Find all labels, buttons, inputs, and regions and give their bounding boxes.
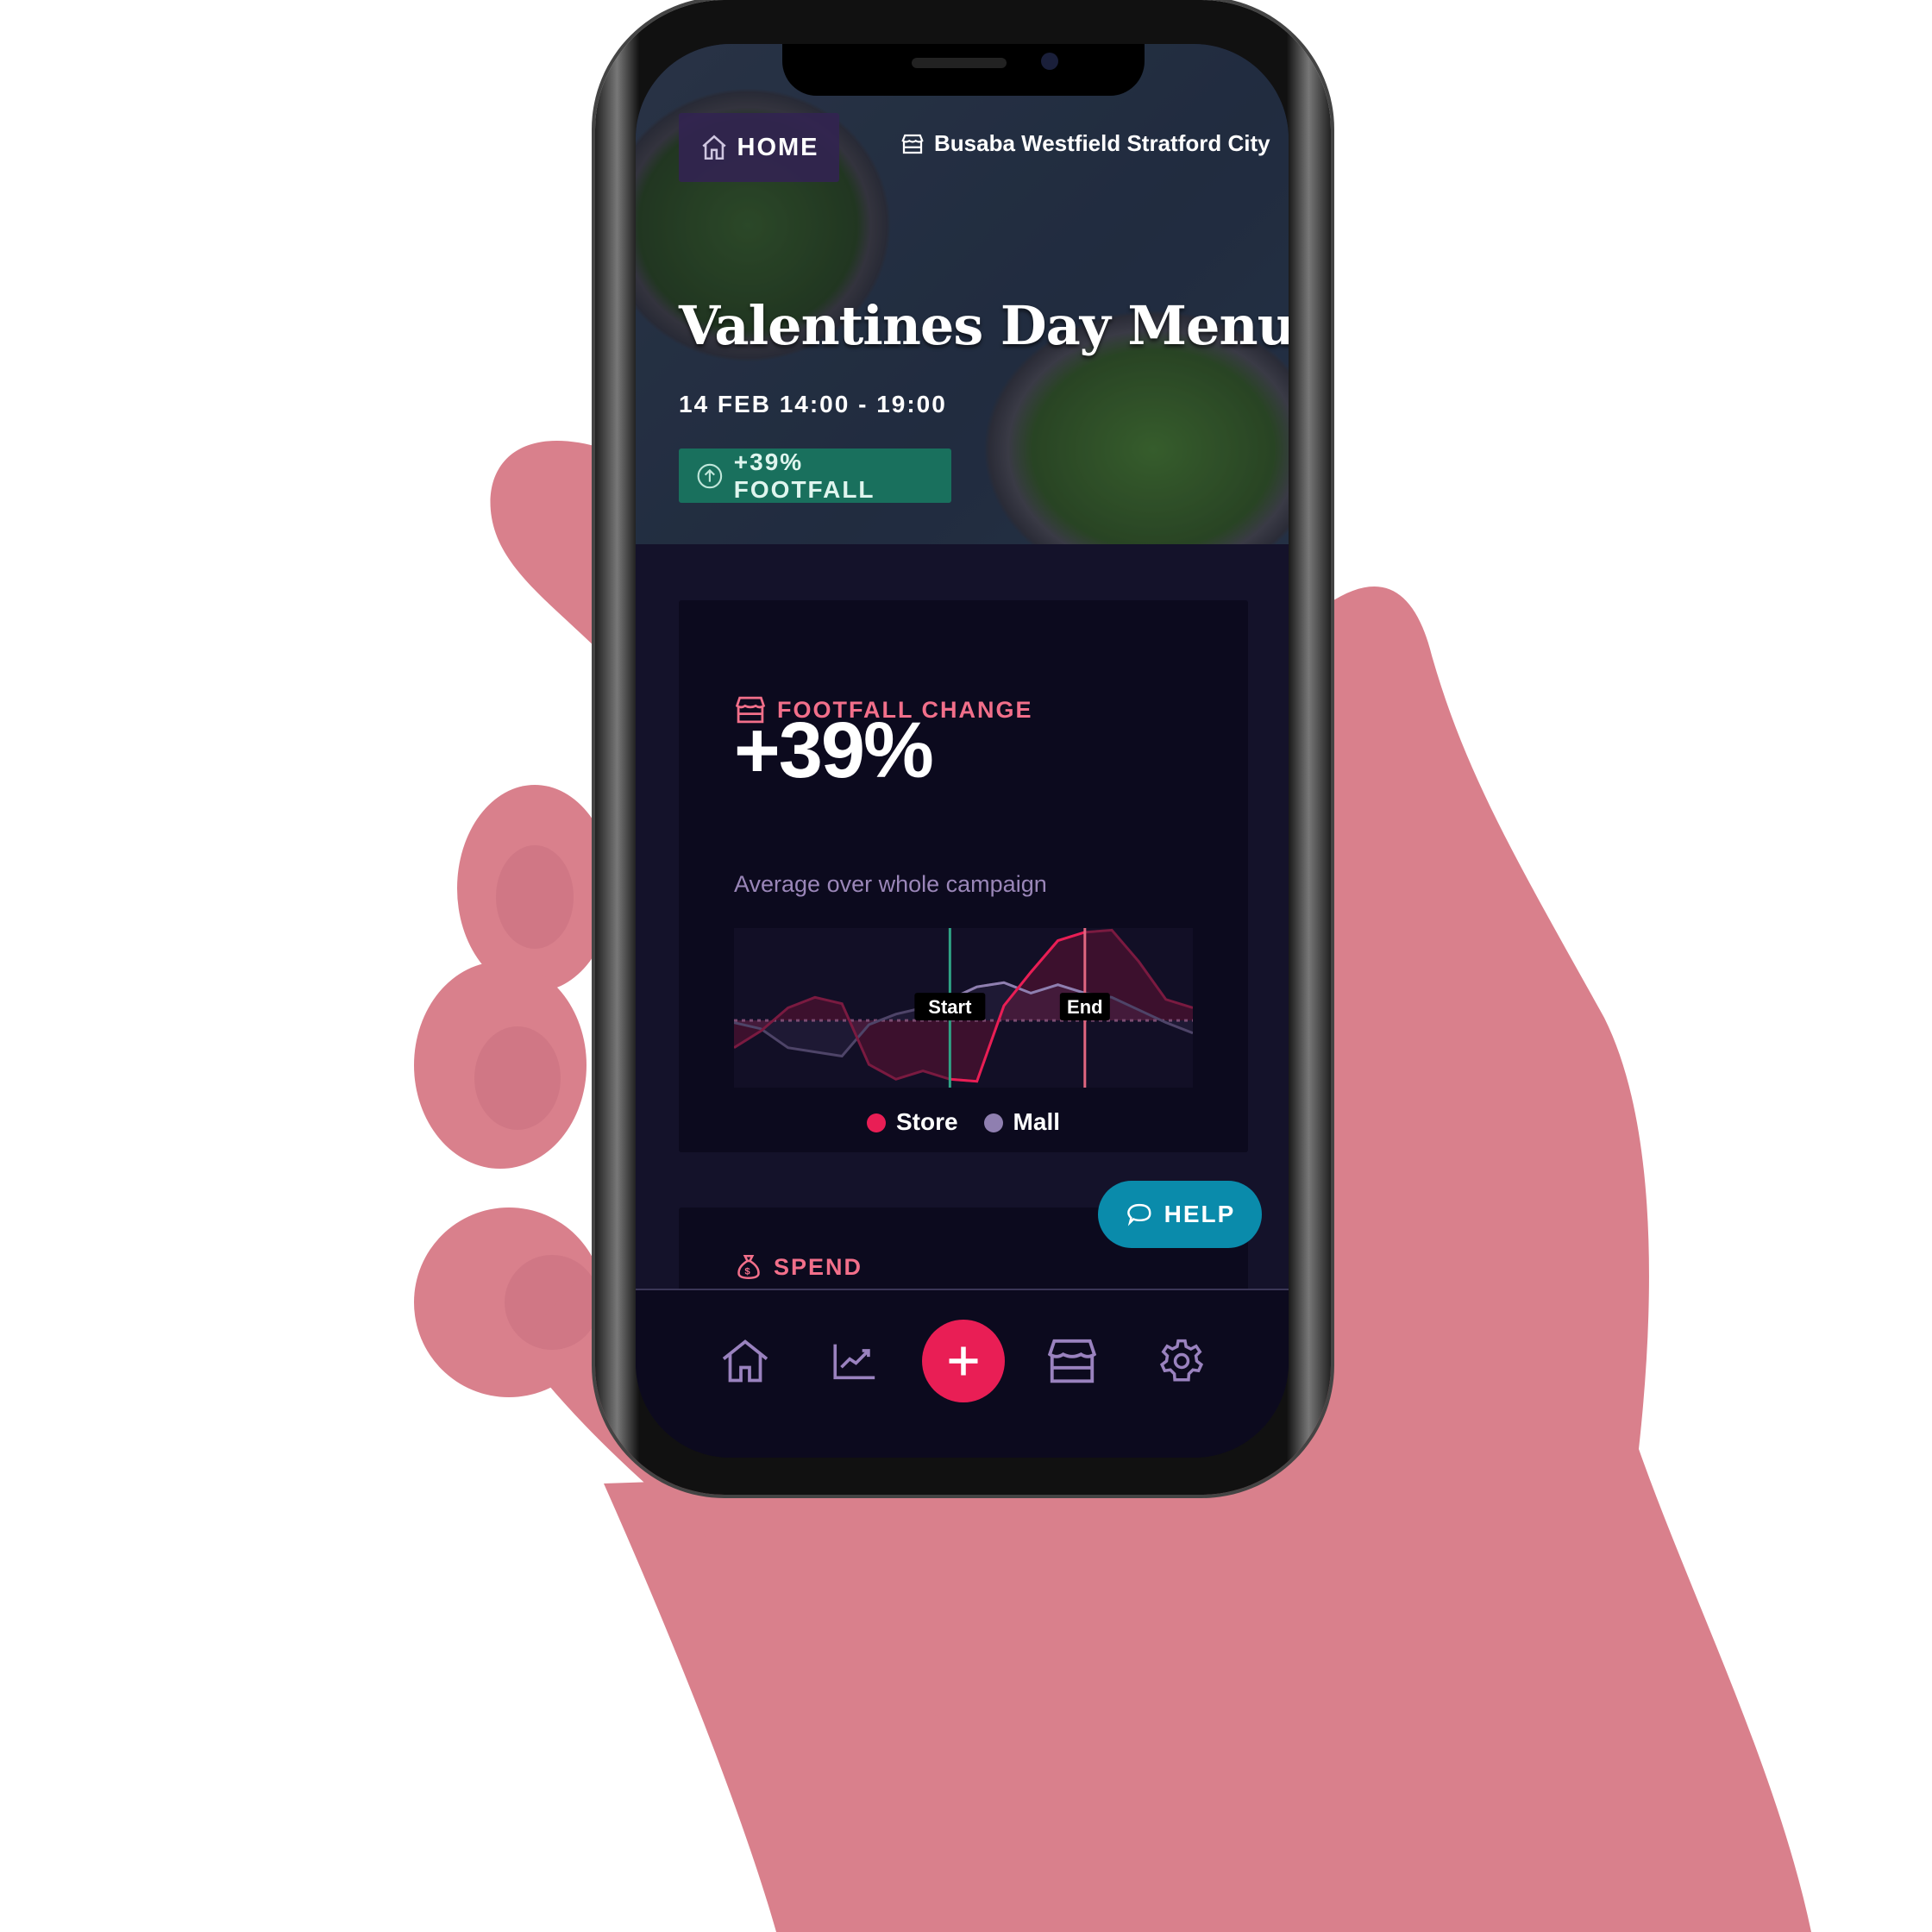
store-icon [901, 134, 924, 154]
legend-store-label: Store [895, 1108, 958, 1135]
legend-mall: Mall [983, 1108, 1061, 1136]
footfall-value: +39% [734, 706, 934, 794]
footfall-badge-label: +39% FOOTFALL [733, 448, 875, 503]
add-button[interactable] [922, 1320, 1005, 1402]
bottom-nav [636, 1289, 1289, 1458]
home-button[interactable]: HOME [679, 113, 839, 182]
footfall-subtitle: Average over whole campaign [734, 871, 1047, 897]
chart-trend-icon [833, 1344, 875, 1380]
help-label: HELP [1164, 1201, 1236, 1227]
spend-card-title: SPEND [774, 1253, 863, 1280]
store-location[interactable]: Busaba Westfield Stratford City [900, 130, 1270, 157]
notch [782, 44, 1145, 96]
legend-store: Store [866, 1108, 958, 1136]
home-icon [722, 1339, 768, 1383]
gear-icon [1159, 1339, 1204, 1382]
nav-store[interactable] [1044, 1333, 1100, 1389]
marker-start-label: Start [928, 996, 972, 1018]
mall-dot-icon [983, 1113, 1003, 1132]
plus-icon [949, 1346, 978, 1376]
legend-mall-label: Mall [1013, 1108, 1061, 1135]
chart-legend: Store Mall [679, 1108, 1248, 1136]
footfall-change-card: FOOTFALL CHANGE +39% Average over whole … [679, 600, 1248, 1152]
campaign-title: Valentines Day Menu [679, 294, 1289, 357]
nav-insights[interactable] [826, 1333, 881, 1389]
footfall-badge: +39% FOOTFALL [679, 448, 951, 503]
campaign-hero: HOME Busaba Westfield Stratford City Val… [636, 44, 1289, 544]
location-name: Busaba Westfield Stratford City [934, 130, 1270, 156]
nav-home[interactable] [718, 1333, 773, 1389]
camera-icon [1041, 53, 1058, 70]
nav-settings[interactable] [1154, 1333, 1209, 1389]
store-dot-icon [866, 1113, 886, 1132]
home-icon [701, 135, 726, 160]
footfall-chart: Start End [734, 928, 1193, 1088]
money-bag-icon: $ [737, 1254, 760, 1280]
svg-text:$: $ [744, 1267, 752, 1277]
help-button[interactable]: HELP [1098, 1181, 1262, 1248]
marker-end-label: End [1067, 996, 1103, 1018]
app-screen: HOME Busaba Westfield Stratford City Val… [636, 44, 1289, 1458]
store-icon [1047, 1339, 1097, 1383]
campaign-date: 14 FEB 14:00 - 19:00 [679, 391, 947, 417]
spend-card-header: $ SPEND [734, 1252, 862, 1282]
chat-bubble-icon [1126, 1203, 1151, 1226]
home-label: HOME [737, 133, 819, 161]
arrow-up-circle-icon [697, 463, 723, 488]
